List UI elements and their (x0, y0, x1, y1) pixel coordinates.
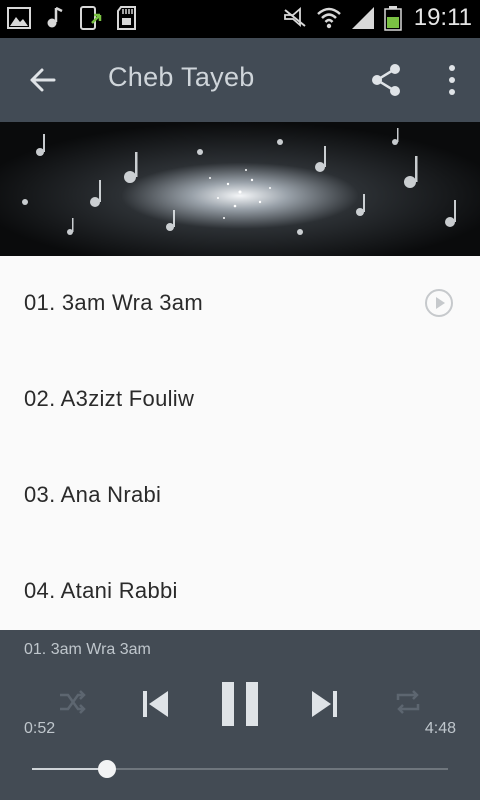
seek-bar[interactable] (32, 760, 448, 778)
shuffle-icon[interactable] (56, 686, 88, 718)
track-row-3[interactable]: 03. Ana Nrabi (0, 448, 480, 544)
page-title: Cheb Tayeb (108, 62, 255, 92)
track-row-2[interactable]: 02. A3zizt Fouliw (0, 352, 480, 448)
share-icon[interactable] (366, 60, 406, 100)
pause-icon[interactable] (220, 682, 260, 726)
player-panel: 01. 3am Wra 3am 0:52 4:48 (0, 630, 480, 800)
track-title: 02. A3zizt Fouliw (24, 386, 195, 411)
track-row-4[interactable]: 04. Atani Rabbi (0, 544, 480, 630)
track-title: 01. 3am Wra 3am (24, 290, 203, 315)
music-notes-burst-image (0, 122, 480, 256)
download-phone-icon (80, 6, 102, 30)
total-duration: 4:48 (424, 720, 456, 737)
status-bar: 19:11 (0, 0, 480, 38)
previous-icon[interactable] (138, 686, 174, 722)
battery-icon (383, 6, 402, 31)
music-note-icon (47, 6, 63, 28)
next-icon[interactable] (306, 686, 342, 722)
repeat-icon[interactable] (392, 686, 424, 718)
app-bar: Cheb Tayeb (0, 38, 480, 122)
cell-signal-icon (351, 7, 374, 29)
seek-thumb[interactable] (97, 760, 116, 778)
play-circle-icon[interactable] (424, 288, 454, 318)
track-title: 04. Atani Rabbi (24, 578, 178, 603)
signal-muted-icon (283, 7, 306, 27)
wifi-icon (316, 7, 341, 29)
elapsed-time: 0:52 (24, 720, 56, 737)
more-vert-icon[interactable] (442, 60, 462, 100)
gallery-icon (7, 7, 31, 29)
header-banner-image (0, 122, 480, 256)
track-row-1[interactable]: 01. 3am Wra 3am (0, 256, 480, 352)
sd-card-icon (117, 6, 136, 30)
track-title: 03. Ana Nrabi (24, 482, 162, 507)
arrow-left-icon[interactable] (22, 58, 66, 102)
now-playing-title: 01. 3am Wra 3am (24, 641, 151, 658)
status-clock: 19:11 (413, 4, 472, 31)
track-list: 01. 3am Wra 3am 02. A3zizt Fouliw 03. An… (0, 256, 480, 630)
seek-progress (32, 768, 107, 770)
